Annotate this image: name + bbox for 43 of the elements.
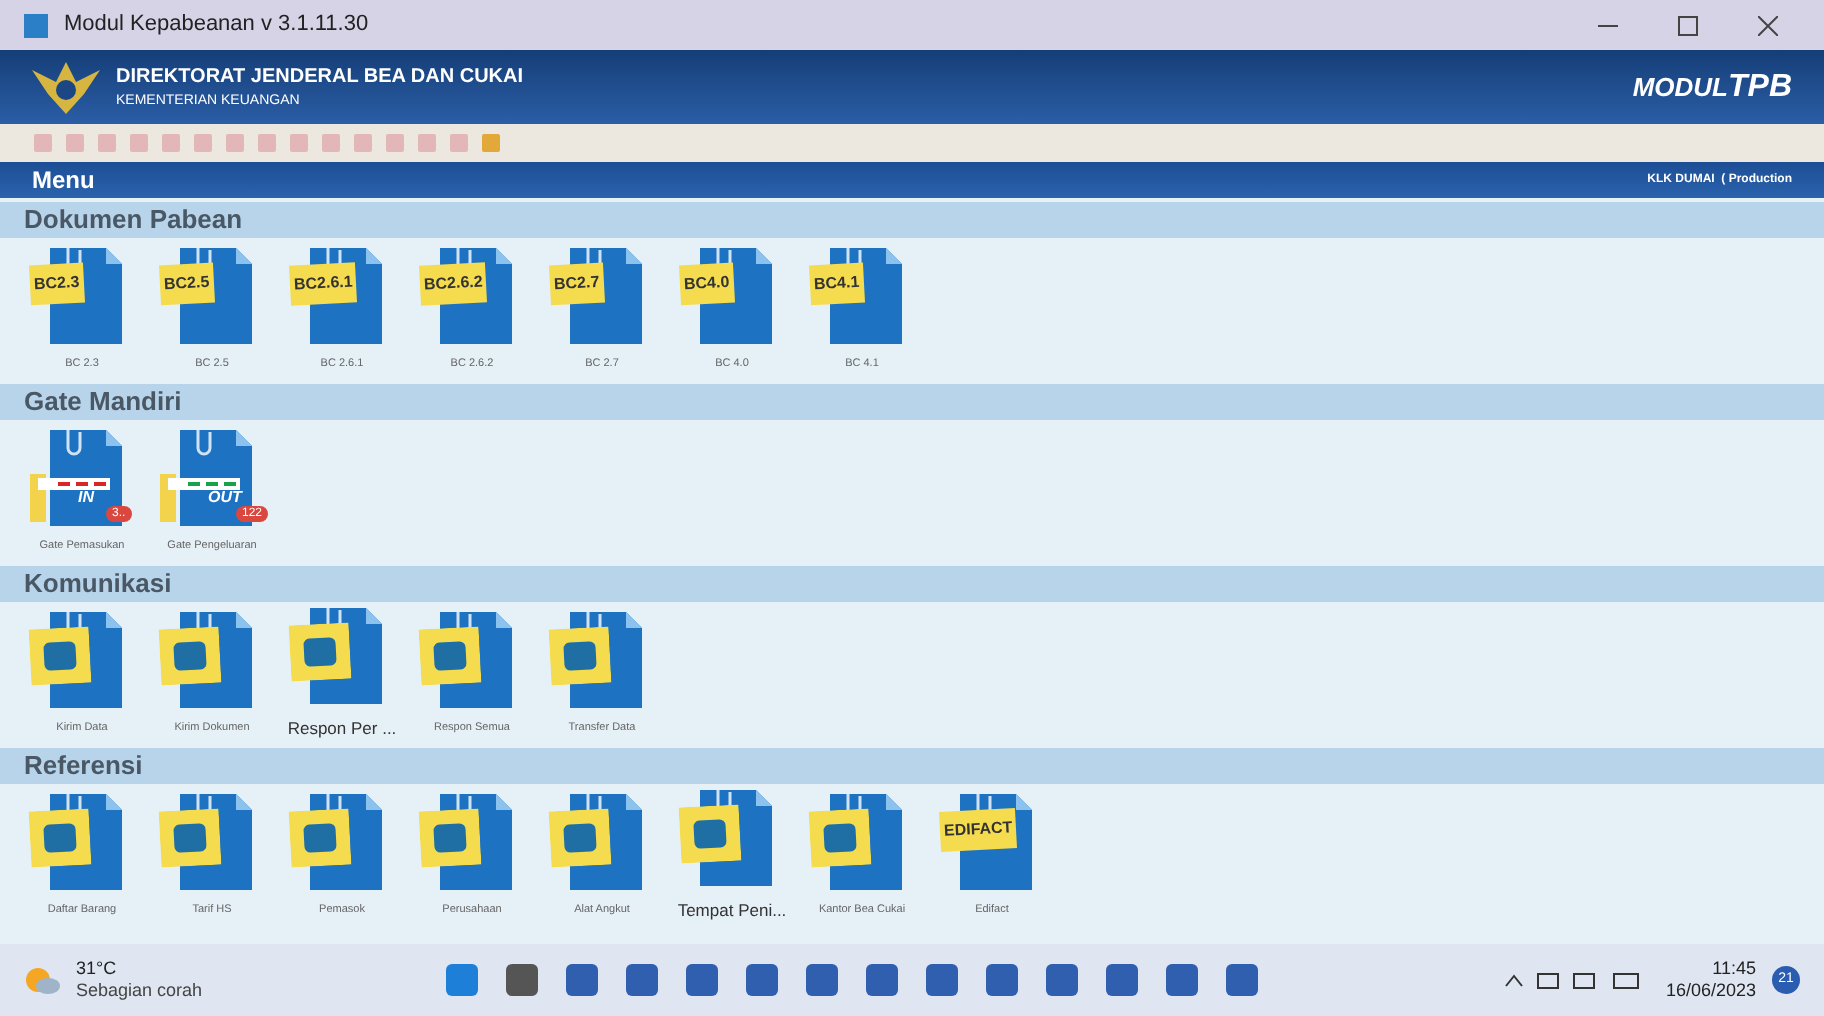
sticky-note-icon [548,809,612,869]
sticky-note: BC2.6.1 [289,263,358,307]
clock-time: 11:45 [1712,957,1756,980]
header-title: DIREKTORAT JENDERAL BEA DAN CUKAI [116,63,524,92]
sticky-note: BC2.7 [549,263,605,307]
sticky-note: BC4.1 [809,263,865,307]
sticky-note-icon [28,627,92,687]
emblem-icon [32,57,100,117]
sticky-note-icon [28,809,92,869]
system-tray-icons[interactable] [1501,968,1642,992]
weather-text: Sebagian corah [76,980,203,1003]
section-title: Komunikasi [24,566,172,603]
sticky-note-icon [808,809,872,869]
close-icon[interactable] [1758,15,1778,35]
gate-barrier-icon [30,470,110,523]
sticky-note: BC2.5 [159,263,215,307]
sticky-note-icon [288,622,352,682]
temperature: 31°C [76,957,119,980]
sticky-note: EDIFACT [939,808,1018,853]
menu-title: Menu [32,164,95,198]
window-title: Modul Kepabeanan v 3.1.11.30 [64,10,369,41]
section-title: Dokumen Pabean [24,202,243,239]
brand-logo: MODULTPB [1632,67,1792,107]
sticky-note-icon [288,809,352,869]
sticky-note-icon [548,627,612,687]
gate-barrier-icon [160,470,240,523]
sticky-note: BC4.0 [679,263,735,307]
sticky-note-icon [158,809,222,869]
menu-tile[interactable]: Tempat Peni... [678,790,786,924]
section-title: Gate Mandiri [24,384,182,421]
section-title: Referensi [24,748,143,785]
maximize-icon[interactable] [1678,15,1698,35]
sticky-note: BC2.6.2 [419,263,488,307]
sticky-note: BC2.3 [29,263,85,307]
clock-date: 16/06/2023 [1665,980,1756,1003]
menu-tile[interactable]: Respon Per ... [288,608,396,742]
sticky-note-icon [158,627,222,687]
sticky-note-icon [418,627,482,687]
weather-icon [24,964,60,996]
sticky-note-icon [418,809,482,869]
gate-direction: OUT [208,486,242,511]
gate-direction: IN [78,486,94,511]
sticky-note-icon [678,804,742,864]
